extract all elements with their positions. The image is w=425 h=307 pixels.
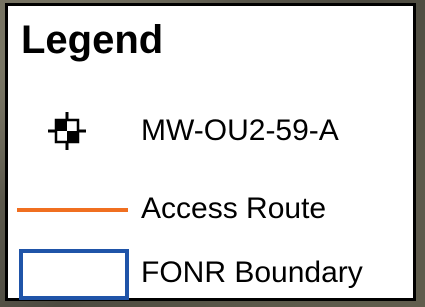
legend-label-access-route: Access Route — [141, 192, 327, 225]
map-legend: Legend MW-OU2-59-A Access Route FONR Bou… — [5, 3, 416, 301]
fonr-boundary-box-symbol — [19, 249, 129, 300]
access-route-line-symbol — [17, 208, 128, 212]
well-marker-icon — [48, 112, 86, 150]
legend-label-monitoring-well: MW-OU2-59-A — [141, 114, 339, 147]
legend-label-fonr-boundary: FONR Boundary — [141, 256, 363, 289]
legend-title: Legend — [21, 18, 164, 62]
